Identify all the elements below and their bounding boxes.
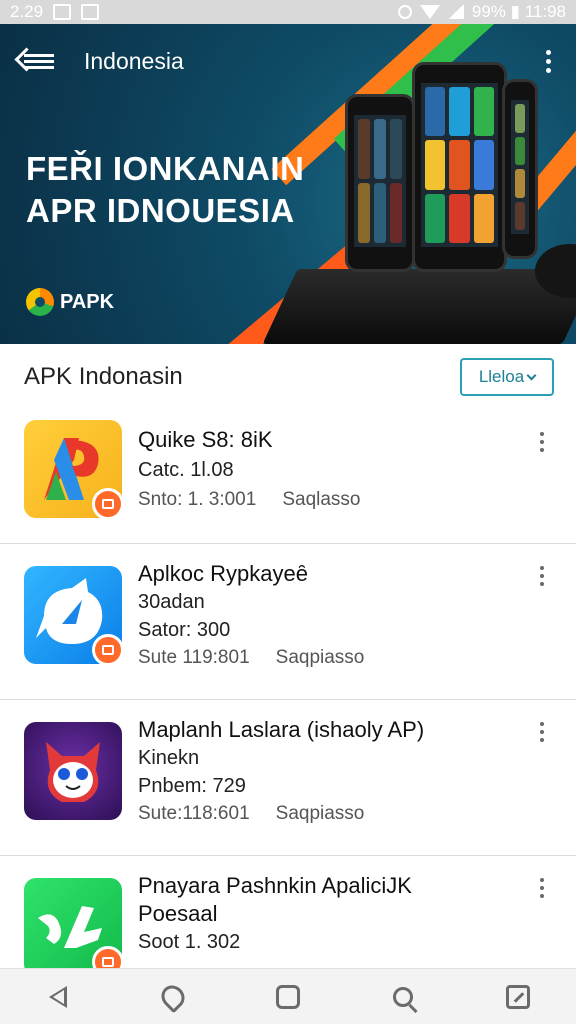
home-icon — [275, 984, 300, 1009]
app-bar: Indonesia — [0, 24, 576, 98]
alarm-icon — [397, 5, 412, 19]
item-menu-icon[interactable] — [536, 432, 548, 452]
app-size: Sute 119:801 — [138, 647, 250, 668]
app-developer: Saqpiasso — [275, 803, 365, 824]
heart-icon — [156, 980, 190, 1013]
notification-image-icon — [53, 4, 72, 20]
list-item[interactable]: Quike S8: 8iK Catc. 1l.08 Snto: 1. 3:001… — [0, 410, 576, 544]
app-category: Catc. 1l.08 — [138, 459, 234, 481]
status-time: 2.29 — [10, 2, 44, 21]
app-meta: Sute 119:801 Saqpiasso — [138, 644, 506, 672]
item-menu-icon[interactable] — [536, 878, 548, 898]
nav-recent-button[interactable] — [498, 977, 538, 1017]
nav-home-button[interactable] — [268, 977, 308, 1017]
app-name: Quike S8: 8iK — [138, 427, 273, 452]
app-info: Maplanh Laslara (ishaoly AP) Kinekn Pnbe… — [138, 716, 506, 828]
app-category: 30adan — [138, 591, 205, 613]
hero-banner: Indonesia FEŘI IONKANAIN APR IDNOUESIA P… — [0, 24, 576, 344]
brand-logo-icon — [26, 288, 54, 316]
app-size: Snto: 1. 3:001 — [138, 489, 257, 510]
list-item[interactable]: Aplkoc Rypkayeȇ 30adan Sator: 300 Sute 1… — [0, 544, 576, 700]
list-item[interactable]: Pnayara Pashnkin ApaliciJK Poesaal Soot … — [0, 856, 576, 978]
hero-heading: FEŘI IONKANAIN APR IDNOUESIA — [26, 148, 304, 232]
sort-dropdown-button[interactable]: Lleloa — [460, 358, 554, 396]
app-name: Aplkoc Rypkayeȇ — [138, 561, 308, 586]
hero-heading-line2: APR IDNOUESIA — [26, 192, 295, 229]
app-meta: Snto: 1. 3:001 Saqlasso — [138, 486, 506, 514]
list-item[interactable]: Maplanh Laslara (ishaoly AP) Kinekn Pnbe… — [0, 700, 576, 856]
back-triangle-icon — [48, 985, 67, 1008]
app-info: Quike S8: 8iK Catc. 1l.08 Snto: 1. 3:001… — [138, 426, 506, 514]
item-menu-icon[interactable] — [536, 722, 548, 742]
app-rating: Sator: 300 — [138, 619, 231, 641]
phone-illustration — [502, 79, 538, 259]
phone-illustration — [345, 94, 415, 272]
item-menu-icon[interactable] — [536, 566, 548, 586]
app-size: Sute:118:601 — [138, 803, 250, 824]
edit-icon — [506, 984, 531, 1009]
section-title: APK Indonasin — [24, 363, 183, 390]
app-meta: Sute:118:601 Saqpiasso — [138, 800, 506, 828]
battery-and-clock: 99% ▮ 11:98 — [471, 2, 566, 21]
sort-dropdown-label: Lleloa — [478, 367, 525, 386]
app-name: Maplanh Laslara (ishaoly AP) — [138, 717, 425, 742]
section-header: APK Indonasin Lleloa — [0, 344, 576, 410]
brand-logo: PAPK — [26, 288, 114, 316]
search-icon — [393, 986, 414, 1007]
app-rating: Soot 1. 302 — [138, 931, 241, 953]
overflow-menu-icon[interactable] — [538, 49, 558, 73]
app-developer: Saqpiasso — [275, 647, 365, 668]
chevron-down-icon — [526, 370, 537, 381]
page-title: Indonesia — [84, 47, 184, 74]
app-name: Pnayara Pashnkin ApaliciJK — [138, 873, 412, 898]
brand-logo-text: PAPK — [60, 290, 115, 313]
download-badge-icon — [92, 634, 124, 666]
bottom-navigation — [0, 968, 576, 1024]
app-developer: Saqlasso — [282, 489, 361, 510]
laptop-illustration — [262, 269, 576, 344]
app-icon — [24, 722, 122, 820]
app-info: Pnayara Pashnkin ApaliciJK Poesaal Soot … — [138, 872, 506, 956]
signal-icon — [447, 5, 464, 19]
app-category: Kinekn — [138, 747, 200, 769]
notification-gallery-icon — [81, 4, 100, 20]
wifi-icon — [419, 5, 440, 19]
app-list: Quike S8: 8iK Catc. 1l.08 Snto: 1. 3:001… — [0, 410, 576, 978]
status-bar: 2.29 99% ▮ 11:98 — [0, 0, 576, 24]
nav-back-button[interactable] — [38, 977, 78, 1017]
download-badge-icon — [92, 488, 124, 520]
hero-heading-line1: FEŘI IONKANAIN — [26, 150, 305, 187]
nav-search-button[interactable] — [383, 977, 423, 1017]
app-info: Aplkoc Rypkayeȇ 30adan Sator: 300 Sute 1… — [138, 560, 506, 672]
nav-favorites-button[interactable] — [153, 977, 193, 1017]
app-category: Poesaal — [138, 901, 218, 926]
app-rating: Pnbem: 729 — [138, 775, 246, 797]
back-arrow-icon[interactable] — [18, 46, 56, 76]
